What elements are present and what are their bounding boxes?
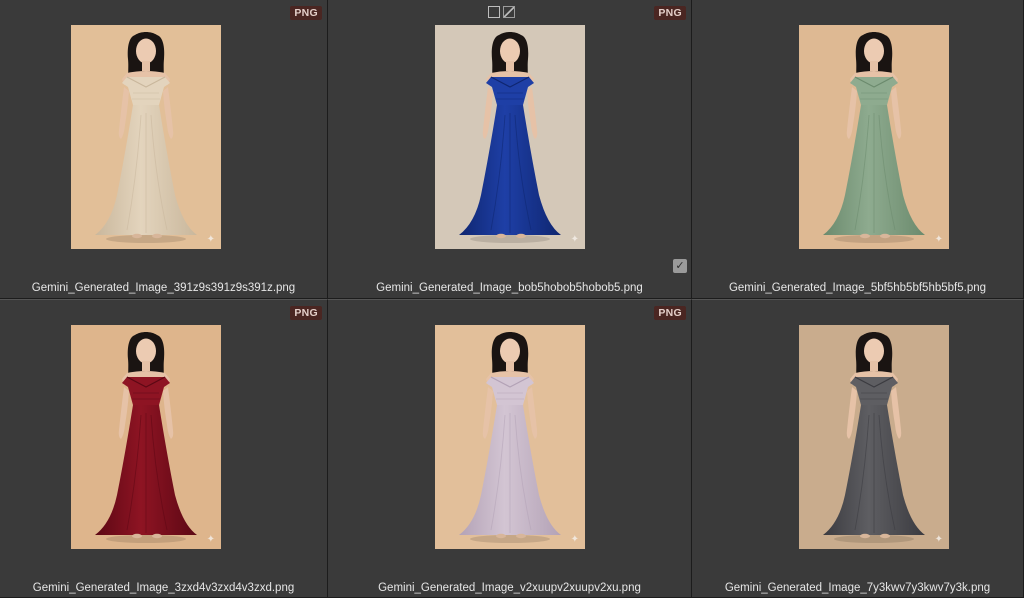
thumbnail-image[interactable]: ✦ [799,25,949,249]
thumbnail-card[interactable]: ✦ Gemini_Generated_Image_5bf5hb5bf5hb5bf… [692,0,1024,299]
thumbnail-grid: PNG ✦ Gemini_Generated_Image_391z9s391z9… [0,0,1024,598]
thumbnail-image[interactable]: ✦ [435,325,585,549]
model-illustration [799,325,949,549]
model-illustration [71,25,221,249]
square-icon[interactable] [488,6,500,18]
filename-label: Gemini_Generated_Image_7y3kwv7y3kwv7y3k.… [724,582,991,594]
thumbnail-card[interactable]: PNG ✦ Gemini_Generated_ [0,299,328,598]
slash-icon[interactable] [503,6,515,18]
sparkle-icon: ✦ [206,534,215,545]
thumbnail-card[interactable]: ✦ Gemini_Generated_Image_7y3kwv7y3kwv7y3… [692,299,1024,598]
thumbnail-card-selected[interactable]: PNG ✦ ✓ Gemini_Generated_Image_bob5hobob… [328,0,692,299]
thumbnail-image[interactable]: ✦ [435,25,585,249]
thumbnail-image[interactable]: ✦ [71,325,221,549]
filename-label: Gemini_Generated_Image_391z9s391z9s391z.… [31,282,296,294]
model-illustration [435,25,585,249]
model-illustration [435,325,585,549]
filename-label: Gemini_Generated_Image_3zxd4v3zxd4v3zxd.… [32,582,295,594]
model-illustration [71,325,221,549]
model-illustration [799,25,949,249]
file-type-badge: PNG [290,6,322,20]
filename-label: Gemini_Generated_Image_bob5hobob5hobob5.… [376,282,643,294]
sparkle-icon: ✦ [570,534,579,545]
filename-label: Gemini_Generated_Image_v2xuupv2xuupv2xu.… [378,582,641,594]
file-type-badge: PNG [290,306,322,320]
file-type-badge: PNG [654,6,686,20]
selected-check-icon[interactable]: ✓ [673,259,687,273]
thumbnail-card[interactable]: PNG ✦ Gemini_Generated_ [0,0,328,299]
view-toggle-icons [488,6,515,18]
sparkle-icon: ✦ [206,234,215,245]
file-type-badge: PNG [654,306,686,320]
thumbnail-image[interactable]: ✦ [799,325,949,549]
sparkle-icon: ✦ [934,534,943,545]
sparkle-icon: ✦ [934,234,943,245]
thumbnail-card[interactable]: PNG ✦ Gemini_Generated_ [328,299,692,598]
filename-label: Gemini_Generated_Image_5bf5hb5bf5hb5bf5.… [728,282,987,294]
thumbnail-image[interactable]: ✦ [71,25,221,249]
sparkle-icon: ✦ [570,234,579,245]
